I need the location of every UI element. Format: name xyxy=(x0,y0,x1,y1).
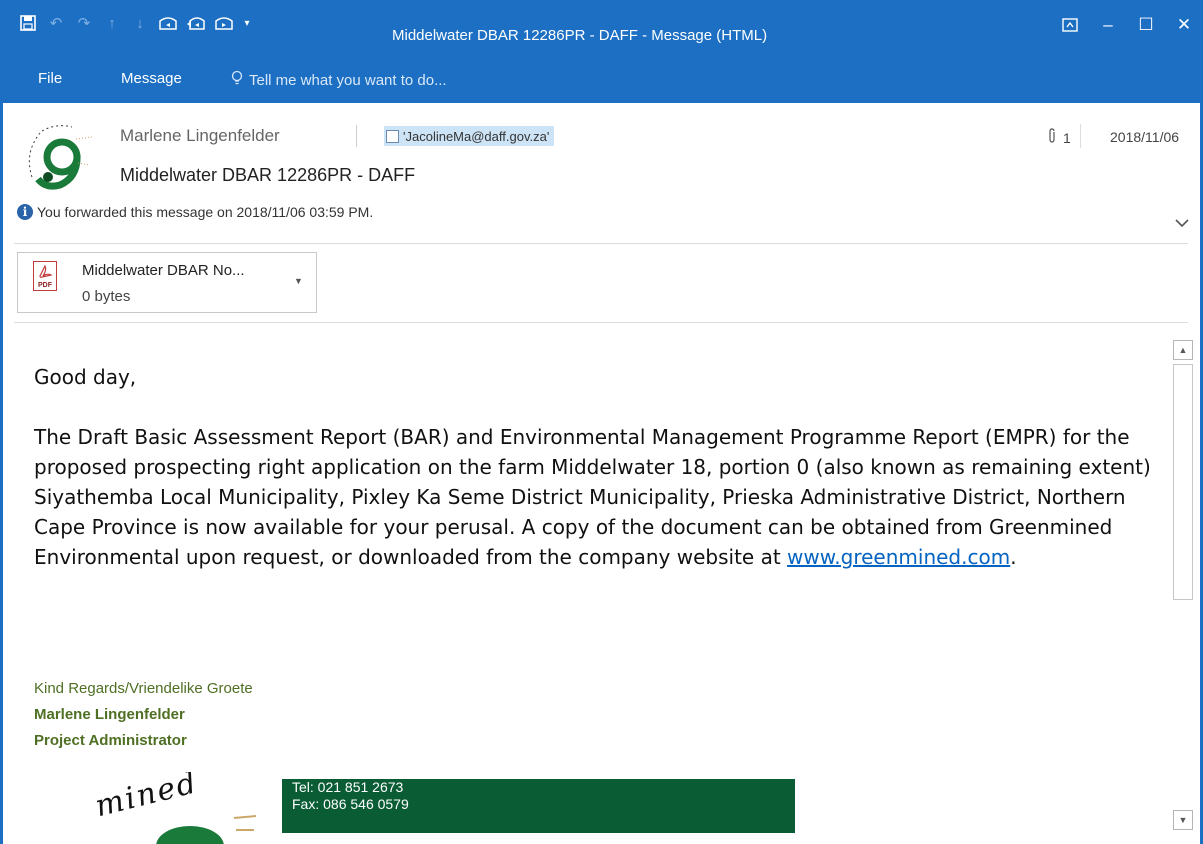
scroll-down-icon[interactable]: ▼ xyxy=(1173,810,1193,830)
body-text-end: . xyxy=(1010,545,1017,569)
scroll-up-icon[interactable]: ▲ xyxy=(1173,340,1193,360)
tell-me-text: Tell me what you want to do... xyxy=(249,71,447,89)
info-bar[interactable]: i You forwarded this message on 2018/11/… xyxy=(17,204,373,220)
undo-icon[interactable]: ↶ xyxy=(42,10,70,36)
scrollbar-thumb[interactable] xyxy=(1173,364,1193,600)
chevron-down-icon[interactable] xyxy=(1175,215,1189,231)
tell-me-box[interactable]: Tell me what you want to do... xyxy=(231,70,447,90)
website-link[interactable]: www.greenmined.com xyxy=(787,545,1010,569)
svg-text:mined: mined xyxy=(92,772,202,824)
company-logo: mined xyxy=(40,772,280,844)
sender-name[interactable]: Marlene Lingenfelder xyxy=(120,126,280,146)
body-paragraph: The Draft Basic Assessment Report (BAR) … xyxy=(34,422,1159,572)
greeting: Good day, xyxy=(34,365,137,389)
header-separator xyxy=(1080,124,1081,148)
attachment-dropdown-icon[interactable]: ▼ xyxy=(294,276,303,286)
info-icon: i xyxy=(17,204,33,220)
window-title: Middelwater DBAR 12286PR - DAFF - Messag… xyxy=(392,27,768,44)
sender-avatar-logo xyxy=(20,119,96,193)
reply-all-icon[interactable] xyxy=(182,10,210,36)
attachment-card[interactable]: PDF Middelwater DBAR No... 0 bytes ▼ xyxy=(17,252,317,313)
ribbon: File Message Tell me what you want to do… xyxy=(0,60,1203,103)
paperclip-icon xyxy=(1047,128,1057,147)
divider xyxy=(14,243,1188,244)
close-icon[interactable]: ✕ xyxy=(1165,10,1203,40)
minimize-icon[interactable]: – xyxy=(1089,10,1127,40)
signature-name: Marlene Lingenfelder xyxy=(34,706,185,723)
attachment-name: Middelwater DBAR No... xyxy=(82,262,245,279)
message-date: 2018/11/06 xyxy=(1110,129,1180,145)
attachment-count-value: 1 xyxy=(1063,129,1071,146)
tab-file[interactable]: File xyxy=(38,70,62,87)
maximize-icon[interactable]: ☐ xyxy=(1127,10,1165,40)
title-bar: ↶ ↷ ↑ ↓ ▾ Middelwater DBAR 12286PR - DAF… xyxy=(0,0,1203,60)
divider xyxy=(14,322,1188,323)
info-text: You forwarded this message on 2018/11/06… xyxy=(37,204,374,220)
ribbon-display-options-icon[interactable] xyxy=(1051,10,1089,40)
signature: Kind Regards/Vriendelike Groete Marlene … xyxy=(34,676,253,754)
contact-card-icon xyxy=(386,129,399,143)
attachment-count: 1 xyxy=(1047,128,1071,147)
contact-fax: Fax: 086 546 0579 xyxy=(292,796,409,812)
message-body: Good day, The Draft Basic Assessment Rep… xyxy=(34,362,1159,572)
signature-regards: Kind Regards/Vriendelike Groete xyxy=(34,680,253,697)
vertical-scrollbar[interactable]: ▲ ▼ xyxy=(1170,340,1196,830)
pdf-label: PDF xyxy=(38,282,52,289)
down-icon[interactable]: ↓ xyxy=(126,10,154,36)
customize-icon[interactable]: ▾ xyxy=(238,10,256,36)
quick-access-toolbar: ↶ ↷ ↑ ↓ ▾ xyxy=(14,10,256,36)
reply-icon[interactable] xyxy=(154,10,182,36)
window-frame-left xyxy=(0,103,3,844)
save-icon[interactable] xyxy=(14,10,42,36)
message-subject: Middelwater DBAR 12286PR - DAFF xyxy=(120,165,416,185)
up-icon[interactable]: ↑ xyxy=(98,10,126,36)
contact-tel: Tel: 021 851 2673 xyxy=(292,779,404,795)
redo-icon[interactable]: ↷ xyxy=(70,10,98,36)
recipient-chip[interactable]: 'JacolineMa@daff.gov.za' xyxy=(384,126,555,146)
tab-message[interactable]: Message xyxy=(121,70,182,87)
attachment-size: 0 bytes xyxy=(82,288,131,305)
window-controls: – ☐ ✕ xyxy=(1051,10,1203,40)
lightbulb-icon xyxy=(231,70,243,90)
recipient-address: 'JacolineMa@daff.gov.za' xyxy=(403,128,550,144)
contact-bar: Tel: 021 851 2673 Fax: 086 546 0579 xyxy=(282,779,795,833)
pdf-icon: PDF xyxy=(33,261,57,291)
forward-icon[interactable] xyxy=(210,10,238,36)
header-separator xyxy=(356,125,357,147)
signature-role: Project Administrator xyxy=(34,732,187,749)
